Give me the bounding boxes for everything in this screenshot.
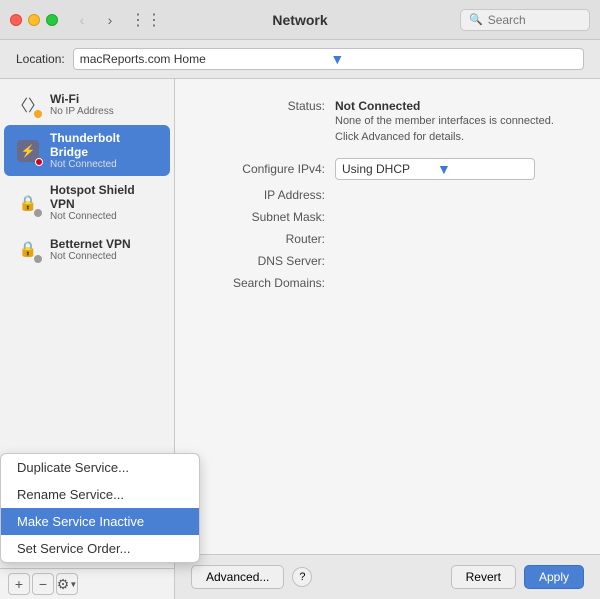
subnet-mask-label: Subnet Mask: <box>205 210 325 224</box>
gear-icon: ⚙ <box>57 576 70 593</box>
back-button[interactable]: ‹ <box>70 8 94 32</box>
status-value-text: Not Connected <box>335 99 420 113</box>
location-select[interactable]: macReports.com Home ▼ <box>73 48 584 70</box>
location-row: Location: macReports.com Home ▼ <box>0 40 600 79</box>
content-area: Status: Not Connected None of the member… <box>175 79 600 599</box>
betternet-name: Betternet VPN <box>50 237 160 251</box>
window-buttons <box>10 14 58 26</box>
status-subtext: None of the member interfaces is connect… <box>335 115 554 143</box>
router-label: Router: <box>205 232 325 246</box>
wifi-status-dot <box>34 110 42 118</box>
dns-server-row: DNS Server: <box>205 254 570 268</box>
full-layout: Location: macReports.com Home ▼ 〈〉 Wi-Fi… <box>0 40 600 599</box>
help-button[interactable]: ? <box>292 567 312 587</box>
sidebar-item-wifi[interactable]: 〈〉 Wi-Fi No IP Address <box>4 84 170 124</box>
search-input[interactable] <box>488 13 581 27</box>
hotspot-status-dot <box>34 209 42 217</box>
gear-button[interactable]: ⚙ ▼ <box>56 573 78 595</box>
ipv4-dropdown-arrow: ▼ <box>437 161 528 177</box>
apply-button[interactable]: Apply <box>524 565 584 589</box>
search-icon: 🔍 <box>469 13 483 26</box>
sidebar-item-hotspot[interactable]: 🔒 Hotspot Shield VPN Not Connected <box>4 177 170 228</box>
wifi-name: Wi-Fi <box>50 92 160 106</box>
betternet-status: Not Connected <box>50 251 160 262</box>
sidebar-item-thunderbolt[interactable]: ⚡ Thunderbolt Bridge Not Connected <box>4 125 170 176</box>
close-button[interactable] <box>10 14 22 26</box>
subnet-mask-row: Subnet Mask: <box>205 210 570 224</box>
betternet-info: Betternet VPN Not Connected <box>50 237 160 262</box>
action-bar: Advanced... ? Revert Apply <box>175 554 600 599</box>
thunderbolt-icon-area: ⚡ <box>14 137 42 165</box>
configure-ipv4-value: Using DHCP <box>342 162 433 176</box>
hotspot-status: Not Connected <box>50 211 160 222</box>
title-bar: ‹ › ⋮⋮ Network 🔍 <box>0 0 600 40</box>
thunderbolt-status: Not Connected <box>50 159 160 170</box>
configure-ipv4-label: Configure IPv4: <box>205 162 325 176</box>
search-domains-label: Search Domains: <box>205 276 325 290</box>
maximize-button[interactable] <box>46 14 58 26</box>
action-right: Revert Apply <box>451 565 584 589</box>
thunderbolt-info: Thunderbolt Bridge Not Connected <box>50 131 160 170</box>
betternet-status-dot <box>34 255 42 263</box>
status-label: Status: <box>205 99 325 146</box>
hotspot-lock-icon: 🔒 <box>19 194 38 212</box>
router-row: Router: <box>205 232 570 246</box>
sidebar-toolbar: + − ⚙ ▼ <box>0 568 174 599</box>
location-value: macReports.com Home <box>80 52 327 66</box>
remove-service-button[interactable]: − <box>32 573 54 595</box>
sidebar-item-betternet[interactable]: 🔒 Betternet VPN Not Connected <box>4 229 170 269</box>
menu-item-duplicate[interactable]: Duplicate Service... <box>1 454 199 481</box>
wifi-status: No IP Address <box>50 106 160 117</box>
nav-buttons: ‹ › <box>70 8 122 32</box>
window-title: Network <box>272 12 327 28</box>
ip-address-label: IP Address: <box>205 188 325 202</box>
configure-ipv4-row: Configure IPv4: Using DHCP ▼ <box>205 158 570 180</box>
grid-icon: ⋮⋮ <box>130 10 162 30</box>
hotspot-info: Hotspot Shield VPN Not Connected <box>50 183 160 222</box>
search-domains-row: Search Domains: <box>205 276 570 290</box>
menu-item-make-inactive[interactable]: Make Service Inactive <box>1 508 199 535</box>
wifi-info: Wi-Fi No IP Address <box>50 92 160 117</box>
betternet-icon-area: 🔒 <box>14 235 42 263</box>
configure-ipv4-select[interactable]: Using DHCP ▼ <box>335 158 535 180</box>
menu-item-set-order[interactable]: Set Service Order... <box>1 535 199 562</box>
dropdown-menu: Duplicate Service... Rename Service... M… <box>0 453 200 563</box>
revert-button[interactable]: Revert <box>451 565 516 589</box>
status-value: Not Connected None of the member interfa… <box>335 99 554 146</box>
search-bar[interactable]: 🔍 <box>460 9 590 31</box>
dns-server-label: DNS Server: <box>205 254 325 268</box>
advanced-button[interactable]: Advanced... <box>191 565 284 589</box>
location-dropdown-arrow: ▼ <box>330 51 577 67</box>
network-detail: Status: Not Connected None of the member… <box>175 79 600 554</box>
wifi-icon-area: 〈〉 <box>14 90 42 118</box>
minimize-button[interactable] <box>28 14 40 26</box>
hotspot-name: Hotspot Shield VPN <box>50 183 160 211</box>
sidebar: 〈〉 Wi-Fi No IP Address ⚡ Thunder <box>0 79 175 599</box>
add-service-button[interactable]: + <box>8 573 30 595</box>
forward-button[interactable]: › <box>98 8 122 32</box>
status-row: Status: Not Connected None of the member… <box>205 99 570 146</box>
middle-area: 〈〉 Wi-Fi No IP Address ⚡ Thunder <box>0 79 600 599</box>
thunderbolt-status-dot <box>35 158 43 166</box>
hotspot-icon-area: 🔒 <box>14 189 42 217</box>
location-label: Location: <box>16 52 65 66</box>
menu-item-rename[interactable]: Rename Service... <box>1 481 199 508</box>
ip-address-row: IP Address: <box>205 188 570 202</box>
gear-chevron: ▼ <box>69 580 77 589</box>
thunderbolt-name: Thunderbolt Bridge <box>50 131 160 159</box>
